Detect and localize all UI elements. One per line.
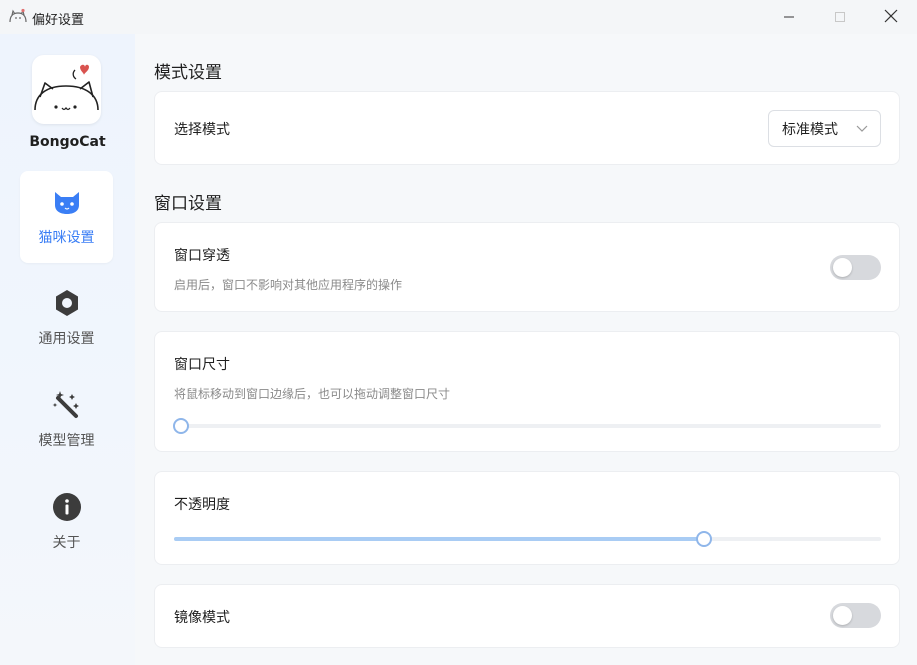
sidebar-item-cat-settings[interactable]: 猫咪设置 [20, 171, 113, 263]
mode-section-title: 模式设置 [154, 63, 222, 83]
select-mode-card: 选择模式 标准模式 [154, 91, 900, 165]
minimize-button[interactable] [766, 0, 812, 34]
passthrough-toggle[interactable] [830, 255, 881, 280]
bongocat-app-icon [9, 8, 27, 24]
sidebar-item-general-settings[interactable]: 通用设置 [20, 272, 113, 364]
opacity-label: 不透明度 [174, 497, 230, 513]
mirror-mode-toggle[interactable] [830, 603, 881, 628]
window-title: 偏好设置 [32, 13, 85, 28]
sidebar-item-label: 通用设置 [38, 331, 95, 347]
info-icon [52, 492, 82, 522]
window-size-description: 将鼠标移动到窗口边缘后，也可以拖动调整窗口尺寸 [174, 387, 451, 401]
maximize-icon [834, 8, 846, 27]
passthrough-card: 窗口穿透 启用后，窗口不影响对其他应用程序的操作 [154, 222, 900, 312]
toggle-knob [833, 606, 852, 625]
avatar [32, 55, 101, 124]
toggle-knob [833, 258, 852, 277]
window-size-card: 窗口尺寸 将鼠标移动到窗口边缘后，也可以拖动调整窗口尺寸 [154, 331, 900, 452]
passthrough-label: 窗口穿透 [174, 248, 230, 264]
cat-icon [52, 187, 82, 217]
minimize-icon [783, 8, 795, 27]
sidebar-item-label: 模型管理 [38, 433, 95, 449]
mirror-mode-card: 镜像模式 [154, 584, 900, 648]
magic-wand-icon [52, 390, 82, 420]
window-size-label: 窗口尺寸 [174, 357, 230, 373]
window-size-slider[interactable] [173, 418, 881, 434]
sidebar-item-about[interactable]: 关于 [20, 476, 113, 568]
opacity-card: 不透明度 [154, 471, 900, 565]
passthrough-description: 启用后，窗口不影响对其他应用程序的操作 [174, 278, 403, 292]
slider-thumb[interactable] [173, 418, 189, 434]
close-icon [884, 8, 898, 27]
chevron-down-icon [856, 122, 868, 138]
hexagon-settings-icon [52, 288, 82, 318]
mirror-mode-label: 镜像模式 [174, 610, 230, 626]
title-bar: 偏好设置 [0, 0, 917, 34]
sidebar-item-model-management[interactable]: 模型管理 [20, 374, 113, 466]
slider-thumb[interactable] [696, 531, 713, 547]
close-button[interactable] [868, 0, 914, 34]
window-section-title: 窗口设置 [154, 194, 222, 214]
mode-select[interactable]: 标准模式 [768, 110, 881, 147]
slider-fill [174, 537, 705, 541]
slider-rail [174, 424, 881, 428]
sidebar-item-label: 猫咪设置 [38, 230, 95, 246]
select-mode-label: 选择模式 [174, 122, 230, 138]
opacity-slider[interactable] [174, 531, 881, 547]
maximize-button[interactable] [817, 0, 863, 34]
main-content: 模式设置 选择模式 标准模式 窗口设置 窗口穿透 启用后，窗口不影响对其他应用程… [135, 34, 917, 665]
sidebar-item-label: 关于 [52, 535, 81, 551]
brand-name: BongoCat [29, 134, 106, 150]
sidebar: BongoCat 猫咪设置 通用设置 模型管理 关于 [0, 34, 135, 665]
mode-select-value: 标准模式 [782, 121, 838, 138]
